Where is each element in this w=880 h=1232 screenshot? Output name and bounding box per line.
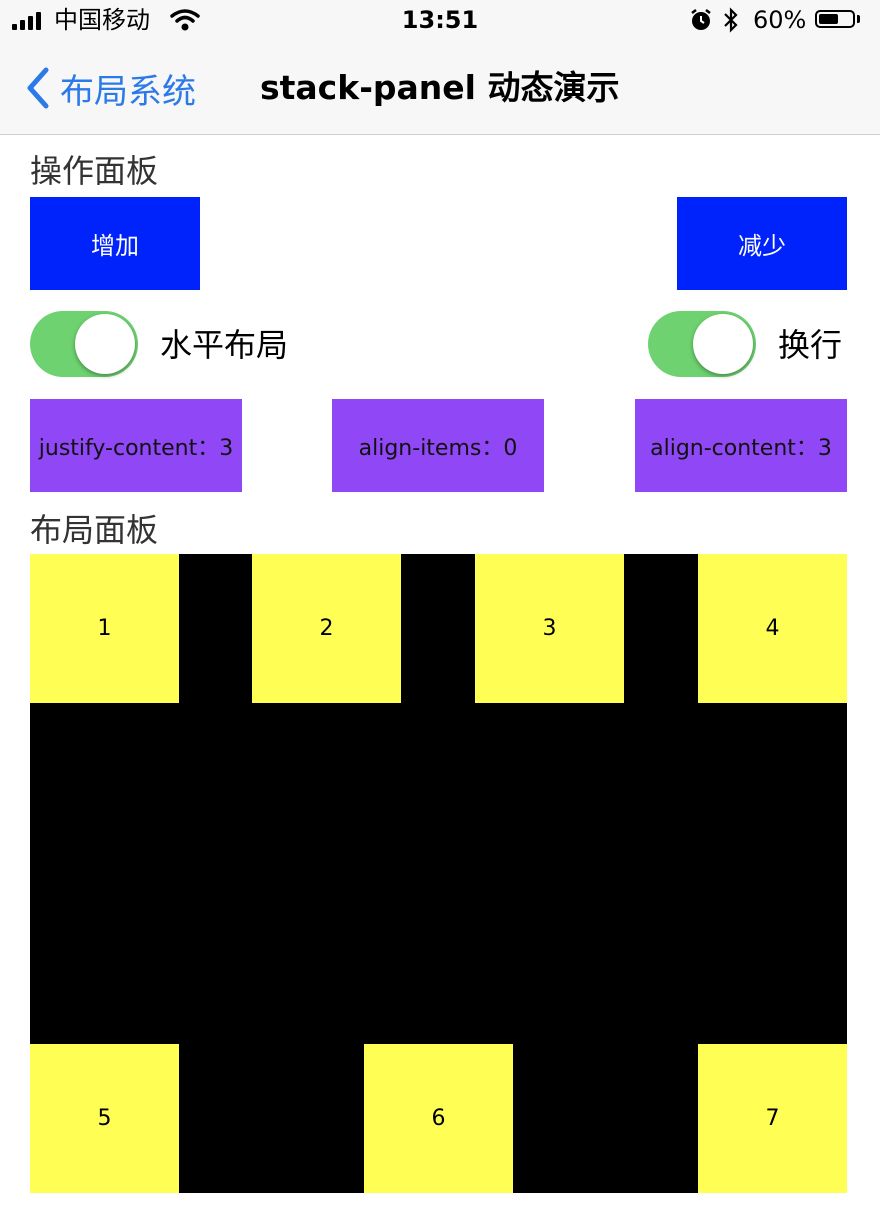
layout-item: 3 xyxy=(475,554,624,703)
alarm-icon xyxy=(691,9,711,30)
horizontal-layout-switch[interactable] xyxy=(30,311,138,377)
switch-knob xyxy=(693,314,753,374)
align-content-button[interactable]: align-content：3 xyxy=(635,399,847,492)
layout-item: 6 xyxy=(364,1044,513,1193)
back-button[interactable]: 布局系统 xyxy=(24,64,196,112)
layout-panel: 1 2 3 4 5 6 7 xyxy=(30,554,847,1193)
align-items-button[interactable]: align-items：0 xyxy=(332,399,544,492)
battery-percent: 60% xyxy=(753,6,807,34)
navigation-bar: 布局系统 stack-panel 动态演示 xyxy=(0,40,880,135)
battery-icon xyxy=(815,10,855,28)
wrap-switch[interactable] xyxy=(648,311,756,377)
remove-button[interactable]: 减少 xyxy=(677,197,847,290)
page-title: stack-panel 动态演示 xyxy=(260,68,620,107)
layout-item: 7 xyxy=(698,1044,847,1193)
chevron-left-icon xyxy=(27,67,49,109)
add-button[interactable]: 增加 xyxy=(30,197,200,290)
justify-content-button[interactable]: justify-content：3 xyxy=(30,399,242,492)
battery-tip xyxy=(857,15,860,23)
layout-item: 4 xyxy=(698,554,847,703)
bluetooth-icon xyxy=(724,7,738,33)
layout-item: 2 xyxy=(252,554,401,703)
clock-time: 13:51 xyxy=(401,6,479,34)
layout-panel-label: 布局面板 xyxy=(30,511,159,549)
wrap-label: 换行 xyxy=(778,326,843,364)
back-label: 布局系统 xyxy=(60,71,196,112)
operation-panel-label: 操作面板 xyxy=(30,152,159,190)
switch-knob xyxy=(75,314,135,374)
layout-item: 5 xyxy=(30,1044,179,1193)
status-bar: 中国移动 13:51 60% xyxy=(0,0,880,40)
layout-item: 1 xyxy=(30,554,179,703)
horizontal-layout-label: 水平布局 xyxy=(160,326,289,364)
